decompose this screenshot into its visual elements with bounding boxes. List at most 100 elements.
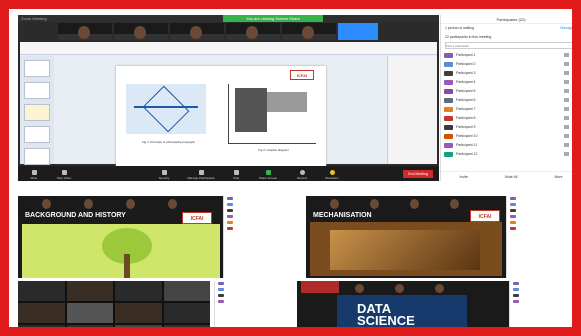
participant-list: Participant 1 Participant 2 Participant 3 P…	[441, 51, 575, 159]
participants-panel: Participants (22) 1 person is waiting Ma…	[440, 15, 575, 181]
slide-logo: ICFAI	[290, 70, 314, 80]
participant-row[interactable]: Participant 5	[441, 87, 575, 96]
microphone-muted-icon	[572, 89, 575, 93]
participants-panel-mini	[214, 281, 293, 327]
participant-row[interactable]: Participant 8	[441, 114, 575, 123]
mute-all-button[interactable]: Mute All	[505, 172, 517, 181]
history-slide: BACKGROUND AND HISTORY ICFAI	[22, 210, 220, 278]
microphone-muted-icon	[572, 98, 575, 102]
tree-image	[22, 224, 220, 278]
participant-name: Participant 7	[456, 107, 476, 111]
invite-button[interactable]: Invite	[460, 172, 468, 181]
participant-name: Participant 5	[456, 89, 476, 93]
avatar	[444, 71, 453, 76]
participant-row[interactable]: Participant 12	[441, 150, 575, 159]
ppt-ribbon	[20, 42, 437, 55]
microphone-muted-icon	[572, 71, 575, 75]
chat-button[interactable]: Chat	[224, 170, 248, 180]
participant-row[interactable]: Participant 3	[441, 69, 575, 78]
more-button[interactable]: More	[554, 172, 562, 181]
video-off-icon	[564, 80, 569, 84]
waiting-room-label: 1 person is waiting	[445, 26, 474, 30]
data-science-slide: DATA SCIENCE	[337, 295, 467, 328]
zoom-main-window: Zoom Meeting You are viewing Screen Shar…	[18, 15, 439, 181]
share-screen-button[interactable]: Share Screen	[256, 170, 280, 180]
manage-link[interactable]: Manage	[560, 26, 572, 30]
participant-name: Participant 3	[456, 71, 476, 75]
participant-row[interactable]: Participant 4	[441, 78, 575, 87]
avatar	[444, 80, 453, 85]
video-thumbnail[interactable]	[58, 23, 112, 40]
end-meeting-button[interactable]: End Meeting	[403, 170, 433, 178]
people-icon	[198, 170, 204, 175]
avatar	[444, 134, 453, 139]
tile-logo: ICFAI	[182, 212, 212, 224]
participant-row[interactable]: Participant 7	[441, 105, 572, 114]
microphone-icon	[31, 170, 37, 175]
video-thumbnail[interactable]	[282, 23, 336, 40]
video-camera-icon	[61, 170, 67, 175]
participant-name: Participant 9	[456, 125, 476, 129]
participant-name: Participant 12	[456, 152, 478, 156]
slide-thumbnail[interactable]	[24, 148, 50, 165]
participant-name: Participant 2	[456, 62, 476, 66]
video-off-icon	[564, 125, 569, 129]
panel-footer: Invite Mute All More	[441, 171, 572, 181]
microphone-muted-icon	[572, 116, 575, 120]
security-button[interactable]: Security	[152, 170, 176, 180]
slide-thumbnail[interactable]	[24, 60, 50, 77]
participants-button[interactable]: Manage Participants	[184, 170, 218, 180]
video-off-icon	[564, 53, 569, 57]
video-thumbnail[interactable]	[114, 23, 168, 40]
participant-row[interactable]: Participant 2	[441, 60, 572, 69]
participant-name: Participant 8	[456, 116, 476, 120]
mining-image	[330, 230, 480, 270]
in-meeting-label: 22 participants in this meeting	[445, 35, 492, 39]
slide-thumbnail[interactable]	[24, 126, 50, 143]
microphone-muted-icon	[572, 80, 575, 84]
avatar	[444, 89, 453, 94]
video-off-icon	[564, 116, 569, 120]
participant-name: Participant 4	[456, 80, 476, 84]
share-screen-icon	[265, 170, 271, 175]
stop-video-button[interactable]: Stop Video	[52, 170, 76, 180]
video-thumbnail[interactable]	[170, 23, 224, 40]
microphone-muted-icon	[572, 134, 575, 138]
notes-pane	[387, 56, 437, 164]
participant-row[interactable]: Participant 10	[441, 132, 575, 141]
video-thumbnail-strip	[58, 23, 378, 40]
current-slide: Fig 1: Principle of photoplethysmograph …	[116, 66, 326, 176]
collage-frame: Zoom Meeting You are viewing Screen Shar…	[0, 0, 581, 336]
microphone-muted-icon	[572, 125, 575, 129]
screenshot-mechanisation: MECHANISATION ICFAI	[306, 196, 572, 278]
shared-powerpoint: Fig 1: Principle of photoplethysmograph …	[20, 42, 437, 176]
tile-logo: ICFAI	[470, 210, 500, 222]
avatar	[444, 116, 453, 121]
screenshot-background-history: BACKGROUND AND HISTORY ICFAI	[18, 196, 298, 278]
video-off-icon	[564, 134, 569, 138]
slide-thumbnail[interactable]	[24, 104, 50, 121]
participants-panel-mini	[509, 281, 572, 327]
video-thumbnail[interactable]	[338, 23, 378, 40]
mute-button[interactable]: Mute	[22, 170, 46, 180]
video-off-icon	[564, 107, 569, 111]
avatar	[444, 125, 453, 130]
participant-row[interactable]: Participant 6	[441, 96, 575, 105]
slide-thumbnail[interactable]	[24, 82, 50, 99]
participant-row[interactable]: Participant 9	[441, 123, 575, 132]
slide-title: DATA SCIENCE	[357, 301, 415, 328]
right-figure-caption: Fig 2: Graphic diagram	[258, 148, 289, 152]
participants-panel-mini	[223, 196, 298, 278]
participants-panel-mini	[506, 196, 572, 278]
video-off-icon	[564, 143, 569, 147]
participant-row[interactable]: Participant 1	[441, 51, 575, 60]
record-icon	[299, 170, 305, 175]
microphone-muted-icon	[572, 152, 575, 156]
record-button[interactable]: Record	[290, 170, 314, 180]
meeting-controls: Mute Stop Video Security Manage Particip…	[18, 166, 439, 181]
video-thumbnail[interactable]	[226, 23, 280, 40]
find-participant-input[interactable]	[445, 42, 572, 49]
reactions-button[interactable]: Reactions	[320, 170, 344, 180]
participant-row[interactable]: Participant 11	[441, 141, 572, 150]
microphone-muted-icon	[572, 53, 575, 57]
